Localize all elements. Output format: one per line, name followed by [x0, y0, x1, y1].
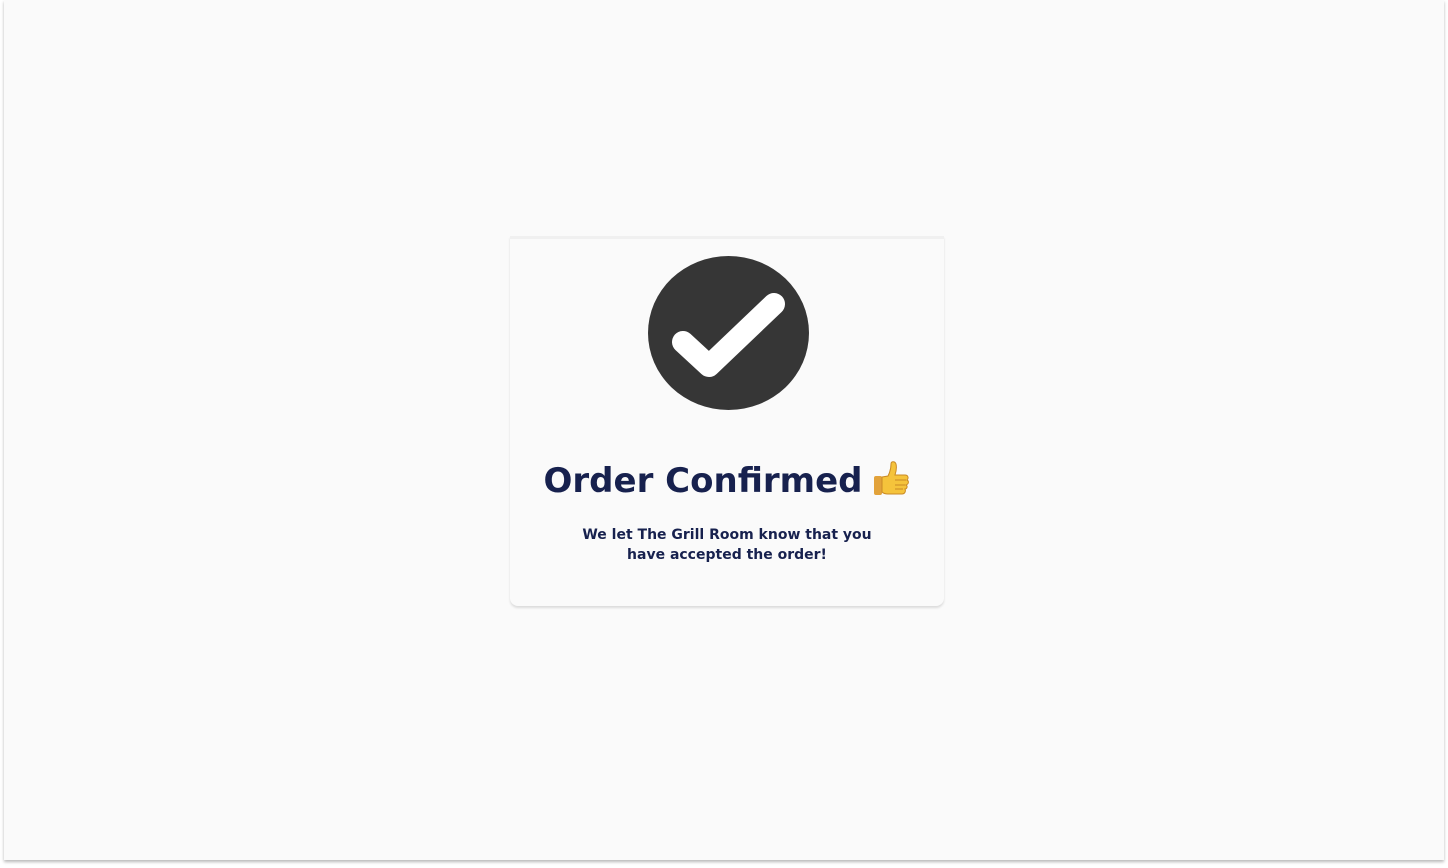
thumbs-up-icon [874, 461, 910, 495]
page-title: Order Confirmed [543, 461, 863, 501]
app-window: Order Confirmed We let The Grill Room kn… [4, 0, 1444, 860]
check-circle-icon [648, 256, 809, 410]
confirmation-message: We let The Grill Room know that you have… [582, 527, 872, 563]
confirmation-card: Order Confirmed We let The Grill Room kn… [510, 236, 944, 606]
title-row: Order Confirmed [510, 461, 944, 501]
